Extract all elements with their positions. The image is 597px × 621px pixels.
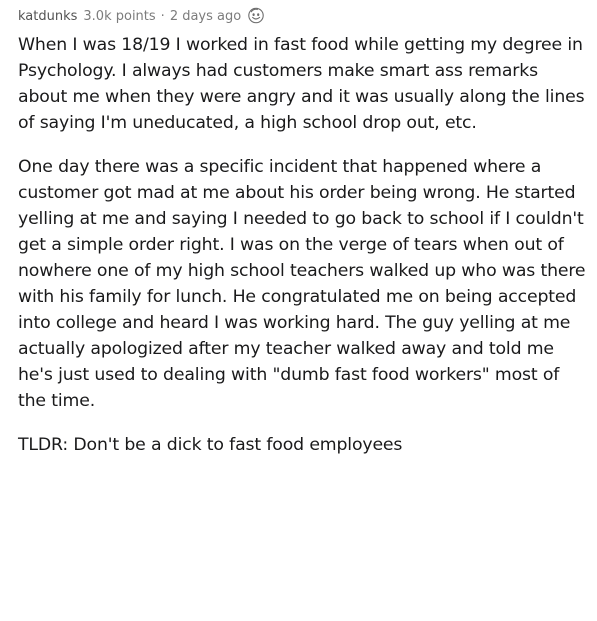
meta-separator: · bbox=[160, 8, 165, 24]
author-link[interactable]: katdunks bbox=[18, 9, 77, 24]
comment: katdunks 3.0k points · 2 days ago When I… bbox=[18, 4, 588, 458]
timestamp[interactable]: 2 days ago bbox=[170, 9, 241, 24]
smiley-award-icon[interactable] bbox=[247, 6, 265, 24]
points-count: 3.0k points bbox=[83, 8, 156, 24]
comment-paragraph-1: When I was 18/19 I worked in fast food w… bbox=[18, 35, 585, 133]
comment-paragraph-2: One day there was a specific incident th… bbox=[18, 157, 586, 411]
comment-body: When I was 18/19 I worked in fast food w… bbox=[18, 32, 588, 458]
comment-paragraph-3: TLDR: Don't be a dick to fast food emplo… bbox=[18, 435, 403, 455]
comment-meta: katdunks 3.0k points · 2 days ago bbox=[18, 4, 588, 28]
